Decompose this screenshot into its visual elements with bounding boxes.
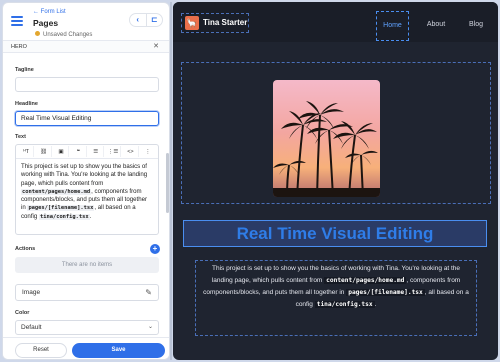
inline-code: pages/[filename].tsx (27, 205, 95, 212)
brand-name: Tina Starter (203, 18, 248, 27)
llama-logo-icon: 🦙 (185, 16, 199, 30)
scrollbar[interactable] (166, 153, 169, 213)
site-preview: 🦙 Tina Starter Home About Blog Real Time… (173, 2, 498, 360)
app-frame: ← Form List Pages Unsaved Changes ‹ ⊏ HE… (0, 0, 500, 362)
actions-label: Actions (15, 246, 36, 252)
hero-image[interactable] (273, 80, 380, 197)
inline-code: content/pages/home.md (324, 277, 407, 284)
sidebar-header: ← Form List Pages Unsaved Changes ‹ ⊏ (3, 3, 169, 41)
collapse-sidebar-icon[interactable]: ⊏ (145, 14, 163, 26)
chevron-down-icon: ⌄ (147, 324, 153, 330)
section-title: HERO (11, 44, 27, 50)
sidebar-footer: Reset Save (3, 337, 169, 359)
text-segment: . (374, 301, 377, 308)
page-title: Pages (33, 18, 59, 28)
tagline-input[interactable] (15, 77, 159, 92)
nav-about[interactable]: About (420, 11, 452, 41)
tagline-label: Tagline (15, 67, 34, 73)
actions-empty-state: There are no items (15, 257, 159, 273)
heading-icon[interactable]: ᴴT (19, 146, 35, 157)
numbered-list-icon[interactable]: ⋮☰ (106, 146, 122, 157)
close-icon[interactable]: ✕ (153, 41, 159, 53)
editor-content[interactable]: This project is set up to show you the b… (16, 159, 158, 225)
image-label: Image (22, 289, 41, 296)
color-select[interactable]: Default ⌄ (15, 320, 159, 335)
section-header: HERO ✕ (3, 41, 169, 53)
rich-text-editor[interactable]: ᴴT ⛓ ▣ ❝ ☰ ⋮☰ <> ⋮ This project is set u… (15, 144, 159, 235)
image-field[interactable]: Image ✎ (15, 284, 159, 301)
headline-label: Headline (15, 101, 38, 107)
nav-home[interactable]: Home (376, 11, 409, 41)
form-list-link[interactable]: ← Form List (33, 9, 66, 15)
inline-code: tina/config.tsx (38, 213, 90, 220)
site-header: 🦙 Tina Starter Home About Blog (173, 2, 498, 42)
panel-resize-handle[interactable] (170, 2, 172, 360)
status-dot-icon (35, 31, 40, 36)
link-icon[interactable]: ⛓ (36, 146, 52, 157)
reset-button[interactable]: Reset (15, 343, 67, 358)
editor-toolbar: ᴴT ⛓ ▣ ❝ ☰ ⋮☰ <> ⋮ (16, 145, 158, 159)
site-logo[interactable]: 🦙 Tina Starter (181, 13, 249, 33)
edit-pencil-icon[interactable]: ✎ (145, 285, 152, 300)
inline-code: pages/[filename].tsx (346, 289, 425, 296)
unsaved-status: Unsaved Changes (35, 31, 92, 38)
inline-code: content/pages/home.md (21, 188, 92, 195)
text-segment: This project is set up to show you the b… (21, 163, 148, 187)
sidebar-nav-buttons: ‹ ⊏ (129, 13, 163, 27)
text-segment: . (89, 212, 92, 220)
color-label: Color (15, 310, 30, 316)
save-button[interactable]: Save (72, 343, 165, 358)
hero-headline[interactable]: Real Time Visual Editing (183, 220, 487, 247)
inline-code: tina/config.tsx (314, 301, 375, 308)
bullet-list-icon[interactable]: ☰ (89, 146, 104, 157)
headline-input[interactable]: Real Time Visual Editing (15, 111, 159, 126)
back-icon[interactable]: ‹ (130, 14, 146, 26)
hero-text[interactable]: This project is set up to show you the b… (195, 260, 477, 336)
text-label: Text (15, 134, 26, 140)
editor-sidebar: ← Form List Pages Unsaved Changes ‹ ⊏ HE… (2, 2, 170, 360)
unsaved-label: Unsaved Changes (43, 32, 93, 38)
more-icon[interactable]: ⋮ (141, 146, 155, 157)
image-icon[interactable]: ▣ (54, 146, 70, 157)
code-icon[interactable]: <> (123, 146, 139, 157)
nav-blog[interactable]: Blog (461, 11, 491, 41)
quote-icon[interactable]: ❝ (71, 146, 87, 157)
palm-trees-image (273, 80, 380, 197)
color-select-value: Default (21, 324, 42, 331)
menu-icon[interactable] (11, 16, 23, 26)
add-action-button[interactable]: + (150, 244, 160, 254)
